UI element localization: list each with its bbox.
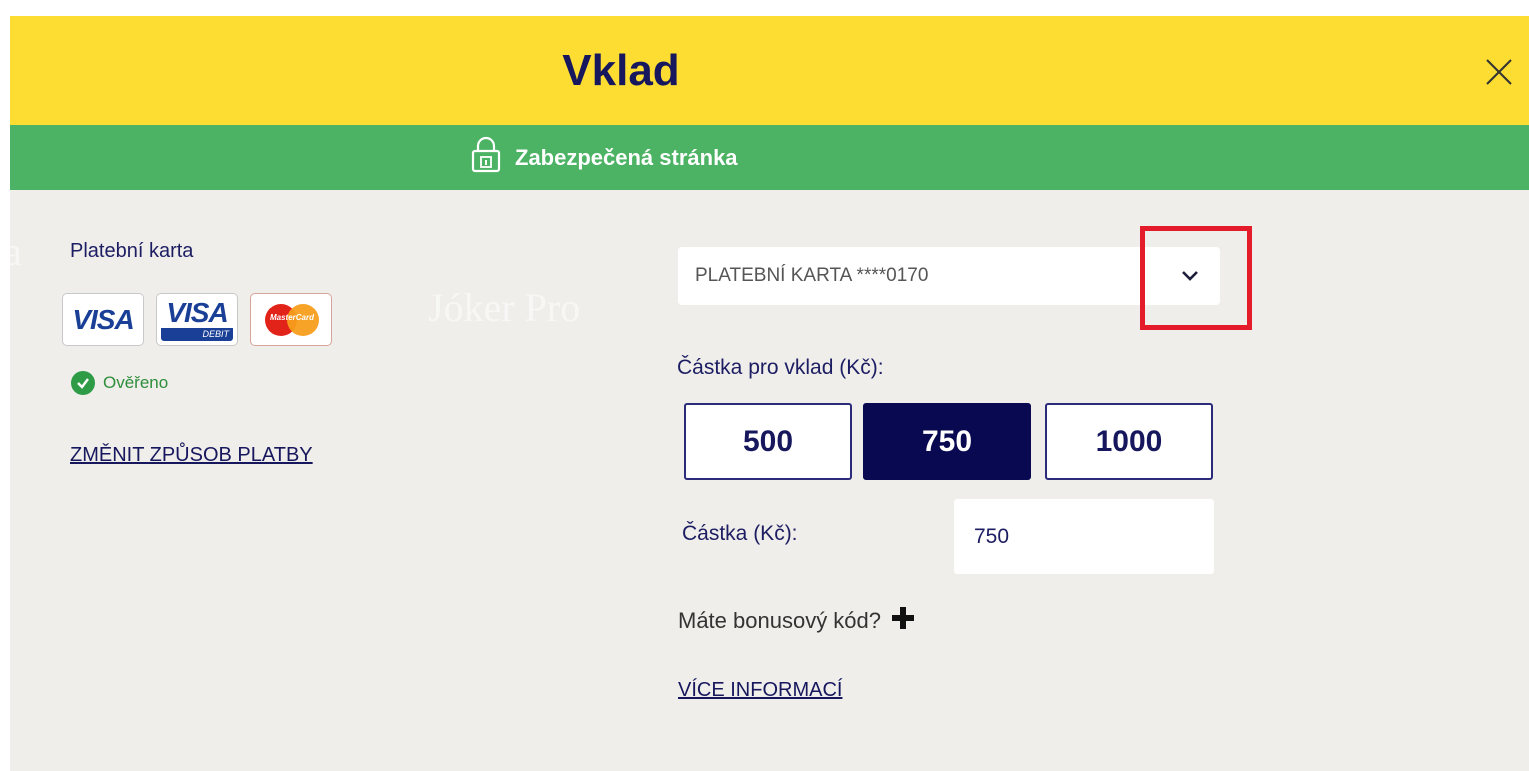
card-select-value: PLATEBNÍ KARTA ****0170: [695, 265, 929, 286]
amount-field-label: Částka (Kč):: [682, 522, 798, 545]
check-circle-icon: [71, 371, 95, 395]
secure-banner-text: Zabezpečená stránka: [515, 144, 738, 170]
plus-icon[interactable]: [891, 606, 915, 635]
verified-text: Ověřeno: [103, 373, 169, 392]
secure-banner: Zabezpečená stránka: [10, 125, 1529, 190]
background-ghost-text: Jóker Pro: [428, 285, 581, 330]
bonus-code-text: Máte bonusový kód?: [678, 607, 882, 633]
deposit-amount-label: Částka pro vklad (Kč):: [677, 356, 884, 379]
background-ghost-text: a: [4, 229, 22, 274]
deposit-modal: Vklad Zabezpečená stránka a Jóker Pro Pl…: [4, 16, 1529, 771]
lock-icon: [471, 136, 501, 179]
modal-title: Vklad: [562, 45, 680, 95]
change-payment-method-link[interactable]: ZMĚNIT ZPŮSOB PLATBY: [70, 444, 313, 467]
card-select-dropdown[interactable]: PLATEBNÍ KARTA ****0170: [678, 247, 1220, 305]
visa-debit-logo: VISA DEBIT: [156, 293, 238, 346]
visa-logo: VISA: [62, 293, 144, 346]
amount-option-750[interactable]: 750: [863, 403, 1031, 480]
chevron-down-icon[interactable]: [1179, 267, 1201, 288]
bonus-code-toggle[interactable]: Máte bonusový kód?: [678, 606, 915, 635]
modal-header: Vklad: [10, 16, 1529, 125]
amount-option-1000[interactable]: 1000: [1045, 403, 1213, 480]
amount-option-500[interactable]: 500: [684, 403, 852, 480]
close-icon[interactable]: [1477, 50, 1521, 94]
amount-input[interactable]: 750: [954, 499, 1214, 574]
mastercard-logo: MasterCard: [250, 293, 332, 346]
card-logos: VISA VISA DEBIT MasterCard: [62, 293, 332, 346]
verified-status: Ověřeno: [71, 371, 168, 395]
payment-method-title: Platební karta: [70, 240, 194, 262]
more-info-link[interactable]: VÍCE INFORMACÍ: [678, 679, 842, 702]
